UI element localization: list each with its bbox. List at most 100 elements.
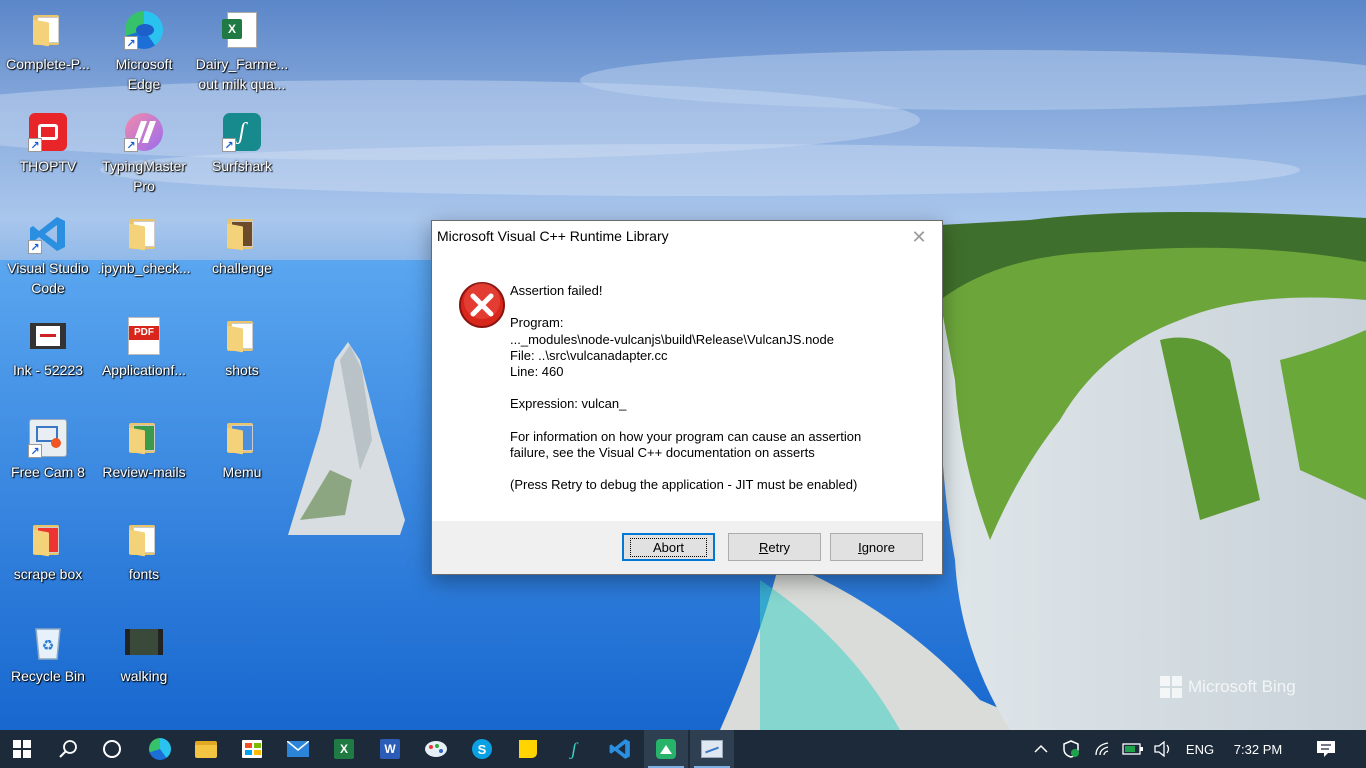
mail-icon [287, 741, 309, 757]
desktop-icon-review-mails[interactable]: Review-mails [96, 412, 192, 508]
abort-button-label: Abort [652, 539, 685, 555]
close-icon[interactable]: ✕ [896, 221, 942, 253]
info-line-1: For information on how your program can … [510, 428, 862, 444]
desktop-icon-label: fonts [128, 566, 160, 582]
taskbar-vscode[interactable] [598, 730, 642, 768]
desktop-icon-scrape-box[interactable]: scrape box [0, 514, 96, 610]
desktop-icon-label: Applicationf... [101, 362, 187, 378]
desktop-icon-label: shots [225, 362, 259, 378]
assertion-heading: Assertion failed! [510, 283, 603, 298]
taskbar-store[interactable] [230, 730, 274, 768]
retry-button[interactable]: Retry [728, 533, 821, 561]
show-hidden-icons-chevron-icon[interactable] [1030, 730, 1052, 768]
taskbar-edge[interactable] [138, 730, 182, 768]
taskbar-surfshark[interactable]: ʃ [552, 730, 596, 768]
video-file-icon [124, 622, 164, 662]
shortcut-arrow-icon [124, 138, 138, 152]
desktop-icon-label: Free Cam 8 [11, 464, 85, 480]
security-shield-icon[interactable] [1058, 730, 1084, 768]
task-view-button[interactable] [90, 730, 134, 768]
file-explorer-icon [195, 740, 217, 758]
freecam-icon [701, 740, 723, 758]
wifi-icon[interactable] [1090, 730, 1116, 768]
action-center-button[interactable] [1304, 730, 1348, 768]
svg-text:♻: ♻ [42, 638, 55, 654]
desktop-icon-applicationf[interactable]: PDF Applicationf... [96, 310, 192, 406]
desktop-icon-edge[interactable]: Microsoft Edge [96, 4, 192, 100]
word-icon: W [380, 739, 400, 759]
desktop-icon-vscode[interactable]: Visual Studio Code [0, 208, 96, 304]
desktop-icon-label: Surfshark [212, 158, 272, 174]
desktop-icon-complete-p[interactable]: Complete-P... [0, 4, 96, 100]
taskbar-mail[interactable] [276, 730, 320, 768]
vscode-icon [609, 739, 630, 759]
freecam-icon [28, 418, 68, 458]
expression-line: Expression: vulcan_ [510, 396, 627, 412]
skype-icon: S [472, 739, 492, 759]
ignore-button[interactable]: Ignore [830, 533, 923, 561]
clock-time: 7:32 PM [1233, 741, 1283, 757]
desktop-icon-memu[interactable]: Memu [194, 412, 290, 508]
language-indicator[interactable]: ENG [1180, 730, 1220, 768]
folder-icon [124, 520, 164, 560]
desktop-icon-recycle-bin[interactable]: ♻ Recycle Bin [0, 616, 96, 712]
shortcut-arrow-icon [28, 240, 42, 254]
memu-icon [656, 739, 676, 759]
dialog-titlebar[interactable]: Microsoft Visual C++ Runtime Library ✕ [432, 221, 942, 253]
excel-icon: X [334, 739, 354, 759]
search-button[interactable] [46, 730, 90, 768]
taskbar-file-explorer[interactable] [184, 730, 228, 768]
vscode-icon [28, 214, 68, 254]
desktop-icon-label: walking [120, 668, 168, 684]
battery-icon[interactable] [1120, 730, 1146, 768]
taskbar-freecam[interactable] [690, 730, 734, 768]
desktop-icon-surfshark[interactable]: ʃ Surfshark [194, 106, 290, 202]
taskbar-sticky-notes[interactable] [506, 730, 550, 768]
desktop-icon-ipynb-check[interactable]: .ipynb_check... [96, 208, 192, 304]
taskbar-memu[interactable] [644, 730, 688, 768]
desktop-icon-walking[interactable]: walking [96, 616, 192, 712]
sticky-notes-icon [519, 740, 537, 758]
desktop-icon-dairy-farme[interactable]: X Dairy_Farme... out milk qua... [194, 4, 290, 100]
desktop-icon-ink[interactable]: Ink - 52223 [0, 310, 96, 406]
assertion-dialog: Microsoft Visual C++ Runtime Library ✕ A… [431, 220, 943, 575]
desktop-icon-label: Memu [222, 464, 262, 480]
shortcut-arrow-icon [124, 36, 138, 50]
windows-logo-icon [1160, 676, 1182, 698]
document-icon [28, 10, 68, 50]
desktop-icon-label: Visual Studio Code [7, 260, 89, 296]
dialog-title: Microsoft Visual C++ Runtime Library [437, 228, 669, 244]
ignore-button-label: Ignore [858, 539, 895, 555]
start-icon [13, 740, 31, 758]
thoptv-icon [28, 112, 68, 152]
taskbar-skype[interactable]: S [460, 730, 504, 768]
folder-icon [124, 418, 164, 458]
desktop-icon-label: Dairy_Farme... out milk qua... [195, 56, 289, 92]
start-button[interactable] [0, 730, 44, 768]
desktop-icon-label: THOPTV [19, 158, 77, 174]
desktop-icon-fonts[interactable]: fonts [96, 514, 192, 610]
desktop-icon-shots[interactable]: shots [194, 310, 290, 406]
surfshark-icon: ʃ [222, 112, 262, 152]
edge-icon [124, 10, 164, 50]
desktop-icon-typingmaster[interactable]: TypingMaster Pro [96, 106, 192, 202]
excel-file-icon: X [222, 10, 262, 50]
taskbar-paint[interactable] [414, 730, 458, 768]
program-path: ..._modules\node-vulcanjs\build\Release\… [510, 331, 834, 347]
folder-icon [222, 214, 262, 254]
press-retry-note: (Press Retry to debug the application - … [510, 477, 858, 493]
surfshark-icon: ʃ [564, 739, 584, 759]
folder-icon [222, 418, 262, 458]
desktop-icon-challenge[interactable]: challenge [194, 208, 290, 304]
desktop-icon-label: scrape box [13, 566, 83, 582]
desktop-icon-free-cam[interactable]: Free Cam 8 [0, 412, 96, 508]
abort-button[interactable]: Abort [622, 533, 715, 561]
taskbar-excel[interactable]: X [322, 730, 366, 768]
dialog-body: Assertion failed! Program: ..._modules\n… [432, 253, 942, 521]
taskbar-word[interactable]: W [368, 730, 412, 768]
desktop-icon-thoptv[interactable]: THOPTV [0, 106, 96, 202]
desktop-icon-label: Ink - 52223 [12, 362, 84, 378]
recycle-bin-icon: ♻ [28, 622, 68, 662]
volume-icon[interactable] [1150, 730, 1176, 768]
clock[interactable]: 7:32 PM [1226, 730, 1290, 768]
